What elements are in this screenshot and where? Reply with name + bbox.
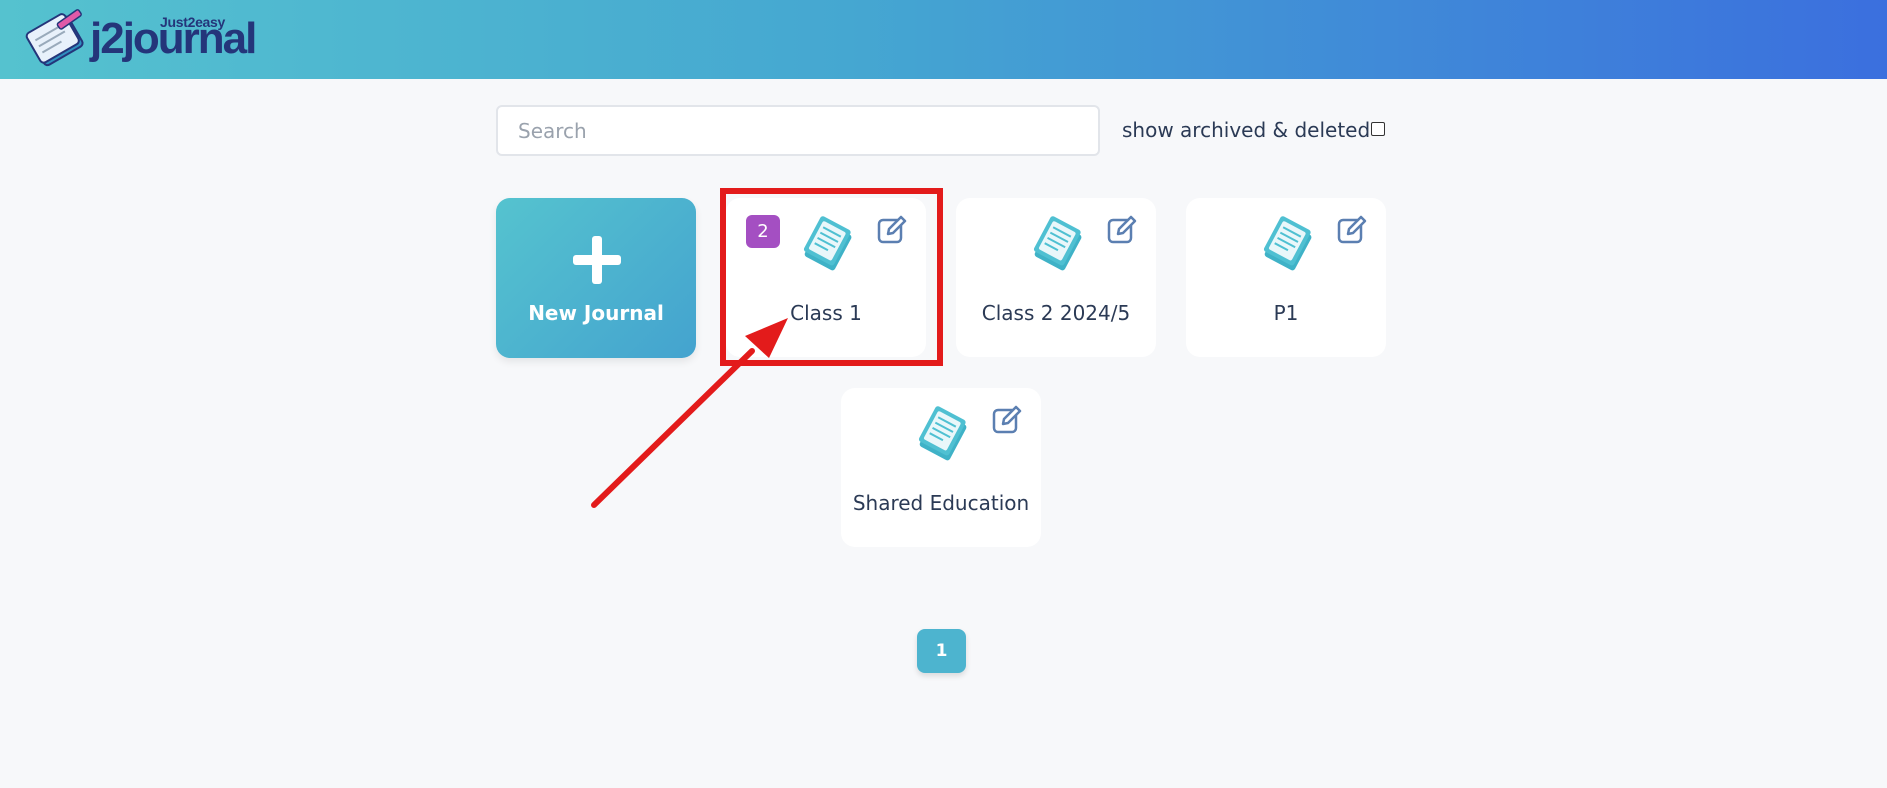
edit-icon[interactable] xyxy=(1106,214,1138,246)
logo-product-text: j2journal xyxy=(90,14,257,63)
archived-filter-checkbox[interactable] xyxy=(1371,122,1385,136)
journal-card-class-2[interactable]: Class 2 2024/5 xyxy=(956,198,1156,357)
edit-icon[interactable] xyxy=(876,214,908,246)
journal-icon xyxy=(1263,216,1312,271)
archived-filter-label: show archived & deleted xyxy=(1122,118,1371,142)
edit-icon[interactable] xyxy=(991,404,1023,436)
journal-icon xyxy=(1033,216,1082,271)
pagination-page-1[interactable]: 1 xyxy=(917,629,966,673)
journal-card-p1[interactable]: P1 xyxy=(1186,198,1386,357)
journal-title: P1 xyxy=(1273,301,1299,325)
j2journal-logo[interactable]: Just2easy j2journal xyxy=(20,6,270,72)
journal-icon xyxy=(918,406,967,461)
journal-title: Class 2 2024/5 xyxy=(981,301,1131,325)
unread-badge: 2 xyxy=(746,215,780,248)
new-journal-button[interactable]: New Journal xyxy=(496,198,696,358)
logo-icon xyxy=(25,9,84,67)
edit-icon[interactable] xyxy=(1336,214,1368,246)
journal-card-class-1[interactable]: 2 Class 1 xyxy=(726,198,926,357)
journal-title: Shared Education xyxy=(852,491,1030,515)
journal-icon xyxy=(803,216,852,271)
journal-title: Class 1 xyxy=(790,301,862,325)
plus-icon xyxy=(573,236,621,284)
search-input[interactable] xyxy=(496,105,1100,156)
app-header: Just2easy j2journal xyxy=(0,0,1887,79)
new-journal-label: New Journal xyxy=(528,301,664,325)
journal-card-shared-education[interactable]: Shared Education xyxy=(841,388,1041,547)
